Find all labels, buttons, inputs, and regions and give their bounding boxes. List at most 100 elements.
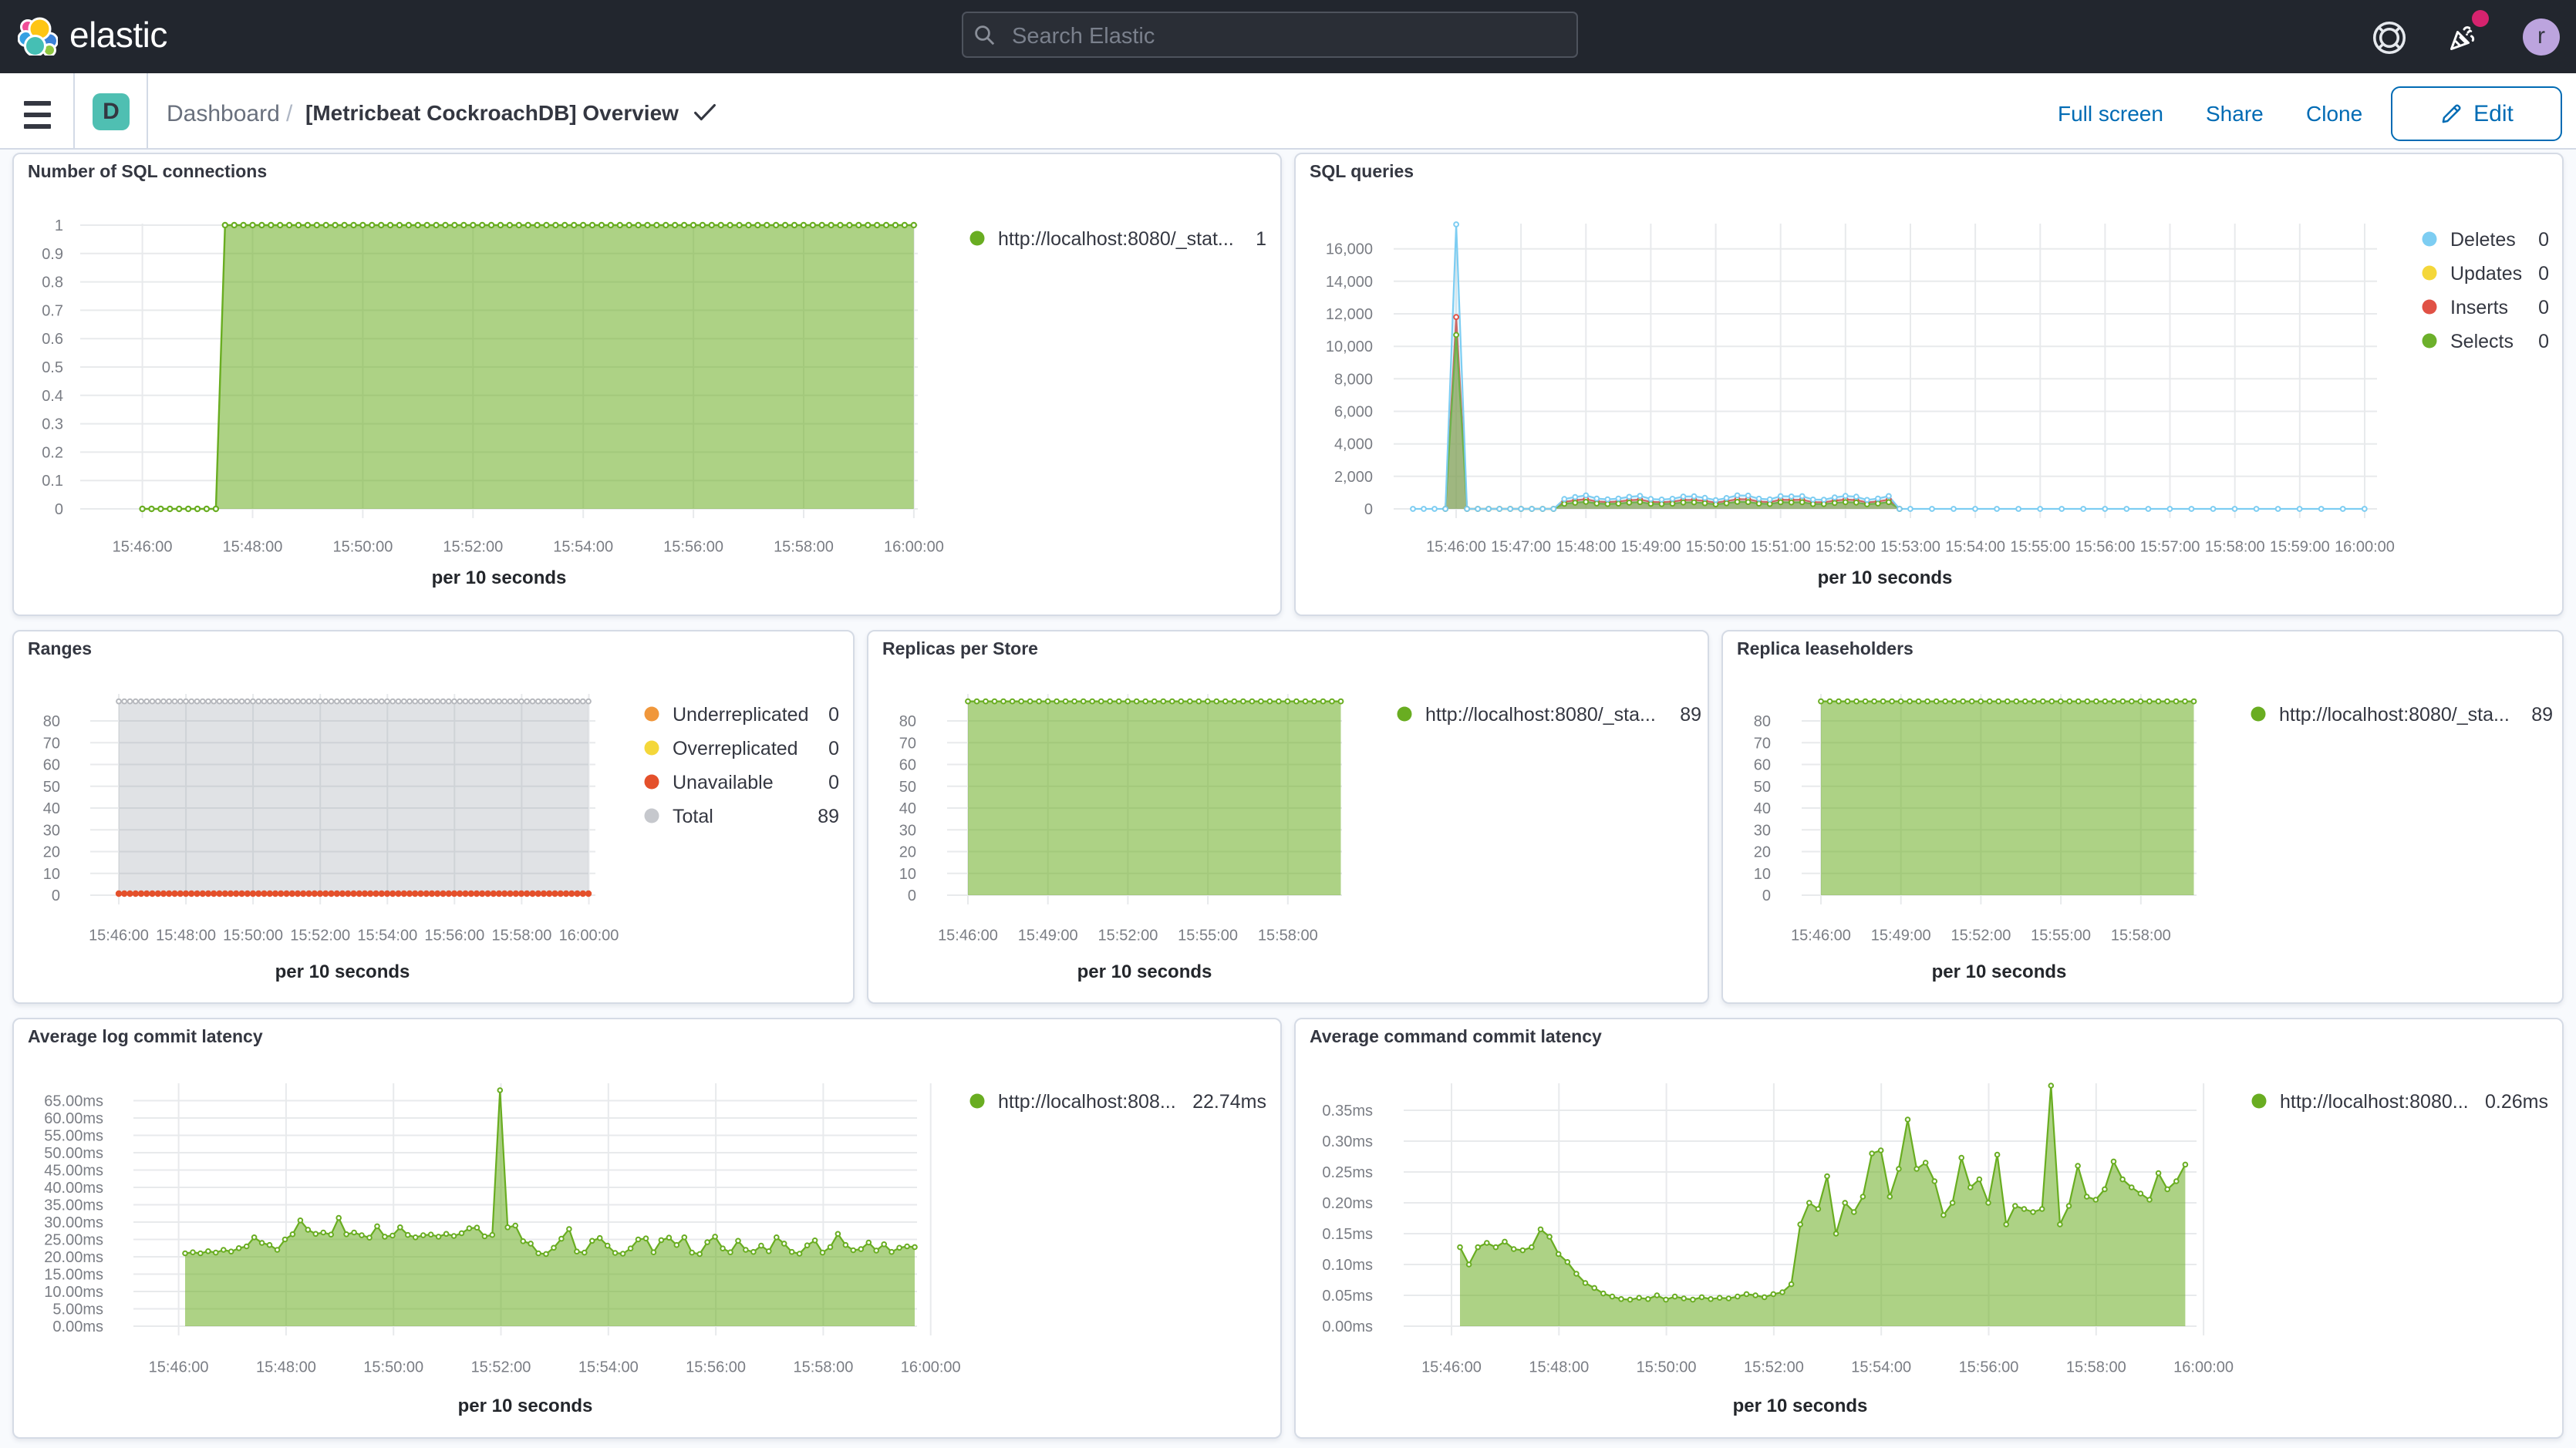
svg-text:15:47:00: 15:47:00 (1491, 539, 1551, 556)
svg-text:0.10ms: 0.10ms (1322, 1257, 1373, 1274)
svg-text:15:52:00: 15:52:00 (1951, 928, 2011, 945)
svg-text:0.00ms: 0.00ms (52, 1318, 103, 1335)
svg-text:15:58:00: 15:58:00 (1258, 928, 1318, 945)
svg-text:15:54:00: 15:54:00 (357, 928, 417, 945)
svg-text:Underreplicated: Underreplicated (673, 704, 809, 726)
svg-text:15:52:00: 15:52:00 (1816, 539, 1876, 556)
svg-text:0: 0 (828, 704, 839, 726)
svg-text:15:58:00: 15:58:00 (793, 1359, 853, 1376)
svg-text:0: 0 (2538, 331, 2549, 352)
svg-text:http://localhost:808...: http://localhost:808... (998, 1091, 1176, 1113)
svg-text:16:00:00: 16:00:00 (901, 1359, 961, 1376)
svg-text:12,000: 12,000 (1326, 306, 1373, 323)
svg-text:40: 40 (1754, 800, 1771, 817)
svg-text:2,000: 2,000 (1334, 469, 1373, 486)
svg-text:15:58:00: 15:58:00 (774, 539, 834, 556)
svg-text:15:55:00: 15:55:00 (2031, 928, 2091, 945)
svg-text:0.26ms: 0.26ms (2485, 1091, 2548, 1113)
svg-text:15:58:00: 15:58:00 (2066, 1359, 2126, 1376)
svg-text:30: 30 (1754, 822, 1771, 839)
svg-text:55.00ms: 55.00ms (44, 1128, 103, 1145)
svg-text:15:46:00: 15:46:00 (113, 539, 173, 556)
svg-text:15:51:00: 15:51:00 (1751, 539, 1811, 556)
svg-text:15:50:00: 15:50:00 (1637, 1359, 1697, 1376)
svg-text:15:58:00: 15:58:00 (2205, 539, 2265, 556)
svg-text:15:46:00: 15:46:00 (149, 1359, 209, 1376)
svg-text:60: 60 (43, 757, 60, 774)
svg-text:0.35ms: 0.35ms (1322, 1103, 1373, 1120)
svg-text:0.05ms: 0.05ms (1322, 1288, 1373, 1305)
svg-text:15:57:00: 15:57:00 (2140, 539, 2200, 556)
svg-text:80: 80 (899, 713, 916, 730)
svg-text:15:52:00: 15:52:00 (443, 539, 503, 556)
svg-text:1: 1 (1256, 228, 1266, 250)
svg-text:0.5: 0.5 (42, 359, 63, 376)
svg-text:per 10 seconds: per 10 seconds (1932, 961, 2067, 982)
svg-text:15:52:00: 15:52:00 (1744, 1359, 1804, 1376)
svg-text:20.00ms: 20.00ms (44, 1249, 103, 1266)
svg-text:60: 60 (1754, 757, 1771, 774)
svg-text:per 10 seconds: per 10 seconds (458, 1396, 593, 1416)
svg-text:10: 10 (899, 866, 916, 883)
svg-text:per 10 seconds: per 10 seconds (1077, 961, 1212, 982)
svg-text:15:55:00: 15:55:00 (2010, 539, 2070, 556)
svg-text:45.00ms: 45.00ms (44, 1163, 103, 1180)
svg-text:0: 0 (1762, 887, 1771, 904)
svg-text:15:56:00: 15:56:00 (424, 928, 484, 945)
svg-text:15:58:00: 15:58:00 (2111, 928, 2171, 945)
svg-text:40.00ms: 40.00ms (44, 1180, 103, 1197)
svg-text:40: 40 (43, 800, 60, 817)
svg-text:15:46:00: 15:46:00 (1426, 539, 1486, 556)
svg-text:30.00ms: 30.00ms (44, 1214, 103, 1231)
svg-text:10.00ms: 10.00ms (44, 1284, 103, 1301)
svg-text:20: 20 (43, 844, 60, 861)
svg-text:22.74ms: 22.74ms (1192, 1091, 1266, 1113)
svg-text:15:52:00: 15:52:00 (471, 1359, 531, 1376)
svg-text:65.00ms: 65.00ms (44, 1093, 103, 1110)
svg-text:http://localhost:8080/_sta...: http://localhost:8080/_sta... (1425, 704, 1656, 726)
svg-text:30: 30 (43, 822, 60, 839)
svg-text:15:50:00: 15:50:00 (1686, 539, 1746, 556)
svg-text:16,000: 16,000 (1326, 241, 1373, 258)
svg-text:0: 0 (1364, 501, 1373, 518)
svg-text:0: 0 (2538, 263, 2549, 285)
svg-text:Total: Total (673, 806, 713, 827)
svg-text:89: 89 (2531, 704, 2553, 726)
svg-text:0.9: 0.9 (42, 246, 63, 263)
svg-text:0.25ms: 0.25ms (1322, 1164, 1373, 1181)
svg-text:16:00:00: 16:00:00 (2173, 1359, 2234, 1376)
svg-text:per 10 seconds: per 10 seconds (1733, 1396, 1868, 1416)
svg-text:15:52:00: 15:52:00 (290, 928, 350, 945)
svg-text:0.6: 0.6 (42, 331, 63, 348)
svg-text:15:50:00: 15:50:00 (363, 1359, 423, 1376)
svg-text:15:46:00: 15:46:00 (1791, 928, 1851, 945)
svg-text:Selects: Selects (2450, 331, 2514, 352)
svg-text:0: 0 (55, 501, 63, 518)
svg-text:80: 80 (43, 713, 60, 730)
svg-text:15:49:00: 15:49:00 (1620, 539, 1681, 556)
svg-text:15:49:00: 15:49:00 (1871, 928, 1931, 945)
svg-text:89: 89 (1680, 704, 1701, 726)
svg-text:15:48:00: 15:48:00 (256, 1359, 316, 1376)
svg-text:Unavailable: Unavailable (673, 772, 774, 793)
svg-text:15:48:00: 15:48:00 (156, 928, 216, 945)
svg-text:20: 20 (899, 844, 916, 861)
svg-text:89: 89 (818, 806, 839, 827)
svg-text:Inserts: Inserts (2450, 297, 2508, 318)
svg-text:60.00ms: 60.00ms (44, 1110, 103, 1127)
svg-text:80: 80 (1754, 713, 1771, 730)
svg-text:50: 50 (1754, 779, 1771, 796)
svg-text:4,000: 4,000 (1334, 436, 1373, 453)
svg-text:16:00:00: 16:00:00 (2335, 539, 2395, 556)
svg-text:10,000: 10,000 (1326, 338, 1373, 355)
svg-text:http://localhost:8080/_sta...: http://localhost:8080/_sta... (2279, 704, 2510, 726)
svg-text:15:59:00: 15:59:00 (2270, 539, 2330, 556)
svg-text:0: 0 (908, 887, 916, 904)
svg-text:16:00:00: 16:00:00 (884, 539, 944, 556)
svg-text:0: 0 (2538, 297, 2549, 318)
svg-text:15:50:00: 15:50:00 (332, 539, 393, 556)
svg-text:10: 10 (43, 866, 60, 883)
svg-text:Overreplicated: Overreplicated (673, 738, 798, 759)
svg-text:40: 40 (899, 800, 916, 817)
svg-text:0: 0 (828, 772, 839, 793)
